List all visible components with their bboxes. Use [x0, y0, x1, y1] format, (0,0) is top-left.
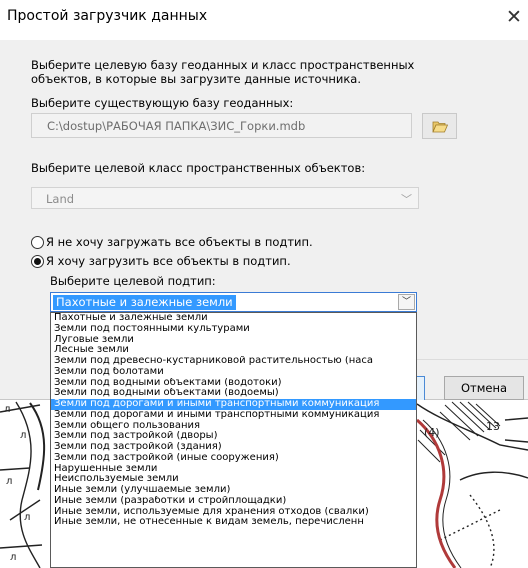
radio-label: Я не хочу загружать все объекты в подтип…: [46, 235, 313, 249]
radio-label: Я хочу загрузить все объекты в подтип.: [46, 254, 291, 268]
button-separator: [417, 359, 528, 360]
subtype-label: Выберите целевой подтип:: [50, 274, 216, 288]
geodatabase-path-value: C:\dostup\РАБОЧАЯ ПАПКА\ЗИС_Горки.mdb: [47, 119, 306, 133]
feature-class-select[interactable]: Land ﹀: [31, 187, 419, 209]
dropdown-option[interactable]: Пахотные и залежные земли: [51, 313, 416, 324]
subtype-select[interactable]: Пахотные и залежные земли ﹀: [50, 292, 417, 312]
map-label: л: [10, 552, 16, 563]
radio-button[interactable]: [31, 236, 44, 249]
geodatabase-path-field[interactable]: C:\dostup\РАБОЧАЯ ПАПКА\ЗИС_Горки.mdb: [31, 113, 412, 138]
dropdown-option[interactable]: Луговые земли: [51, 335, 416, 346]
dropdown-option[interactable]: Лесные земли: [51, 345, 416, 356]
dropdown-option[interactable]: Иные земли, используемые для хранения от…: [51, 507, 416, 518]
dropdown-option[interactable]: Земли под болотами: [51, 367, 416, 378]
folder-open-icon: [432, 121, 448, 133]
feature-class-label: Выберите целевой класс пространственных …: [31, 161, 366, 175]
dropdown-option[interactable]: Земли под застройкой (здания): [51, 442, 416, 453]
map-label: (4): [424, 426, 440, 439]
map-label: л: [20, 430, 26, 441]
dropdown-option[interactable]: Земли под застройкой (иные сооружения): [51, 453, 416, 464]
dialog-title: Простой загрузчик данных: [7, 8, 208, 24]
dropdown-option[interactable]: Земли под застройкой (дворы): [51, 431, 416, 442]
dropdown-option[interactable]: Иные земли, не отнесенные к видам земель…: [51, 517, 416, 528]
map-label: л: [24, 512, 30, 523]
instruction-text: Выберите целевую базу геоданных и класс …: [31, 58, 415, 86]
browse-geodatabase-button[interactable]: [422, 113, 457, 139]
close-button[interactable]: ✕: [502, 4, 526, 30]
radio-button-selected[interactable]: [31, 255, 44, 268]
dropdown-option[interactable]: Иные земли (разработки и стройплощадки): [51, 496, 416, 507]
dropdown-option[interactable]: Земли под древесно-кустарниковой растите…: [51, 356, 416, 367]
dropdown-option[interactable]: Земли под постоянными культурами: [51, 324, 416, 335]
ok-button[interactable]: [417, 376, 425, 400]
title-bar[interactable]: Простой загрузчик данных ✕: [0, 0, 528, 40]
geodatabase-label: Выберите существующую базу геоданных:: [31, 96, 294, 110]
dropdown-option[interactable]: Неиспользуемые земли: [51, 474, 416, 485]
subtype-dropdown-list[interactable]: Пахотные и залежные земли Земли под посто…: [50, 312, 417, 568]
feature-class-value: Land: [46, 192, 75, 206]
dropdown-option[interactable]: Иные земли (улучшаемые земли): [51, 485, 416, 496]
map-label: л: [4, 404, 10, 415]
chevron-down-icon[interactable]: ﹀: [398, 294, 415, 310]
map-label: л: [6, 476, 12, 487]
chevron-down-icon: ﹀: [401, 193, 412, 206]
dropdown-option[interactable]: Земли под дорогами и иными транспортными…: [51, 410, 416, 421]
dropdown-option[interactable]: Земли под водными объектами (водоемы): [51, 388, 416, 399]
dropdown-option[interactable]: Земли под дорогами и иными транспортными…: [51, 399, 416, 410]
cancel-button[interactable]: Отмена: [444, 376, 524, 400]
dropdown-option[interactable]: Земли под водными объектами (водотоки): [51, 378, 416, 389]
dropdown-option[interactable]: Земли общего пользования: [51, 421, 416, 432]
subtype-selected-value: Пахотные и залежные земли: [53, 295, 236, 310]
dropdown-option[interactable]: Нарушенные земли: [51, 464, 416, 475]
map-label: 13: [486, 420, 500, 433]
